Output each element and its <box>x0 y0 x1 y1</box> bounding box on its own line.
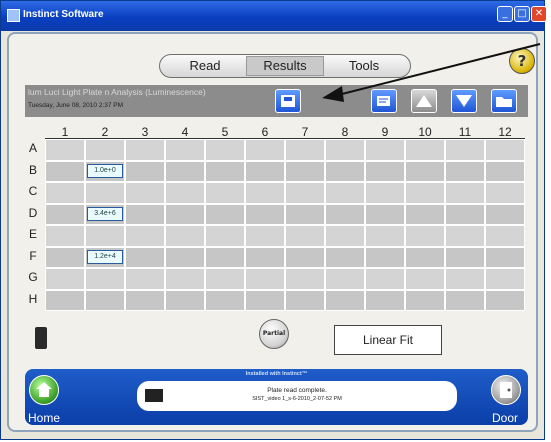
annotation-arrow <box>322 43 541 102</box>
